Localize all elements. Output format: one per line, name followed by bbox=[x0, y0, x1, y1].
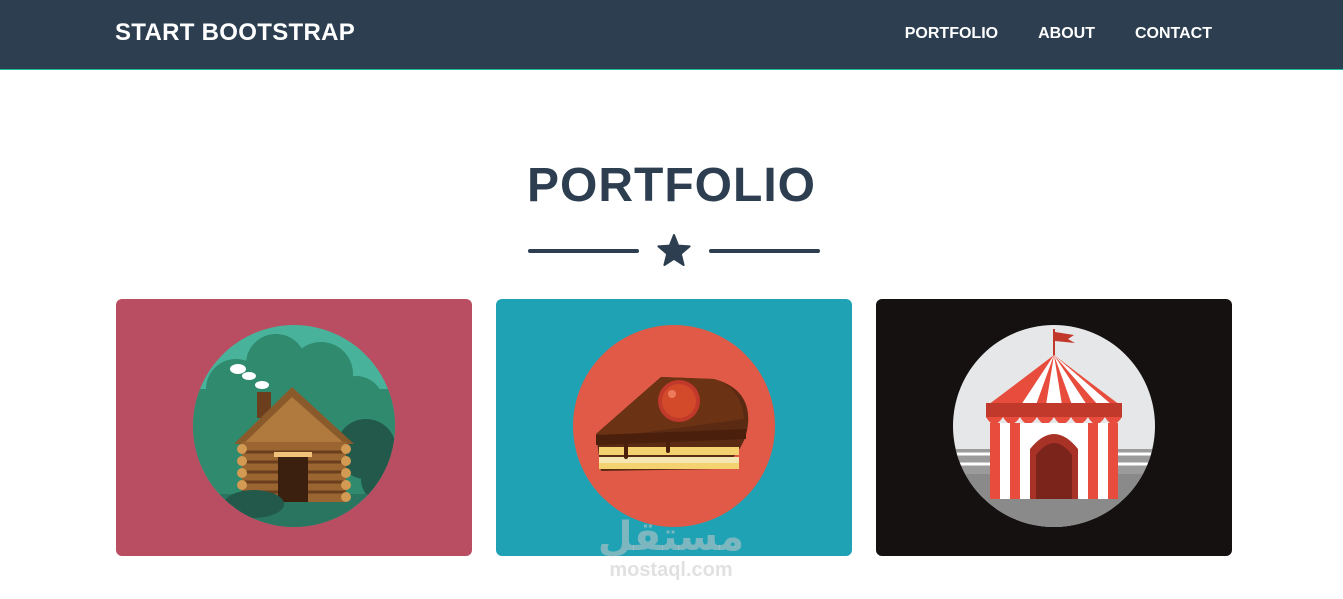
nav-link-about[interactable]: ABOUT bbox=[1038, 25, 1095, 43]
watermark: مستقل mostaql.com bbox=[592, 515, 750, 581]
nav-links: PORTFOLIO ABOUT CONTACT bbox=[905, 25, 1212, 43]
star-icon bbox=[657, 234, 691, 266]
nav-link-contact[interactable]: CONTACT bbox=[1135, 25, 1212, 43]
divider-line-left bbox=[528, 249, 639, 253]
portfolio-item-cabin[interactable] bbox=[116, 299, 472, 556]
watermark-arabic: مستقل bbox=[597, 514, 745, 560]
portfolio-item-circus[interactable] bbox=[876, 299, 1232, 556]
circus-tent-illustration bbox=[953, 325, 1155, 527]
nav-link-portfolio[interactable]: PORTFOLIO bbox=[905, 25, 998, 43]
brand-link[interactable]: START BOOTSTRAP bbox=[115, 19, 355, 47]
watermark-latin: mostaql.com bbox=[609, 559, 733, 581]
cabin-illustration bbox=[193, 325, 395, 527]
navbar: START BOOTSTRAP PORTFOLIO ABOUT CONTACT bbox=[0, 0, 1343, 70]
divider-line-right bbox=[709, 249, 820, 253]
star-divider bbox=[528, 234, 820, 268]
section-title: PORTFOLIO bbox=[527, 159, 816, 212]
